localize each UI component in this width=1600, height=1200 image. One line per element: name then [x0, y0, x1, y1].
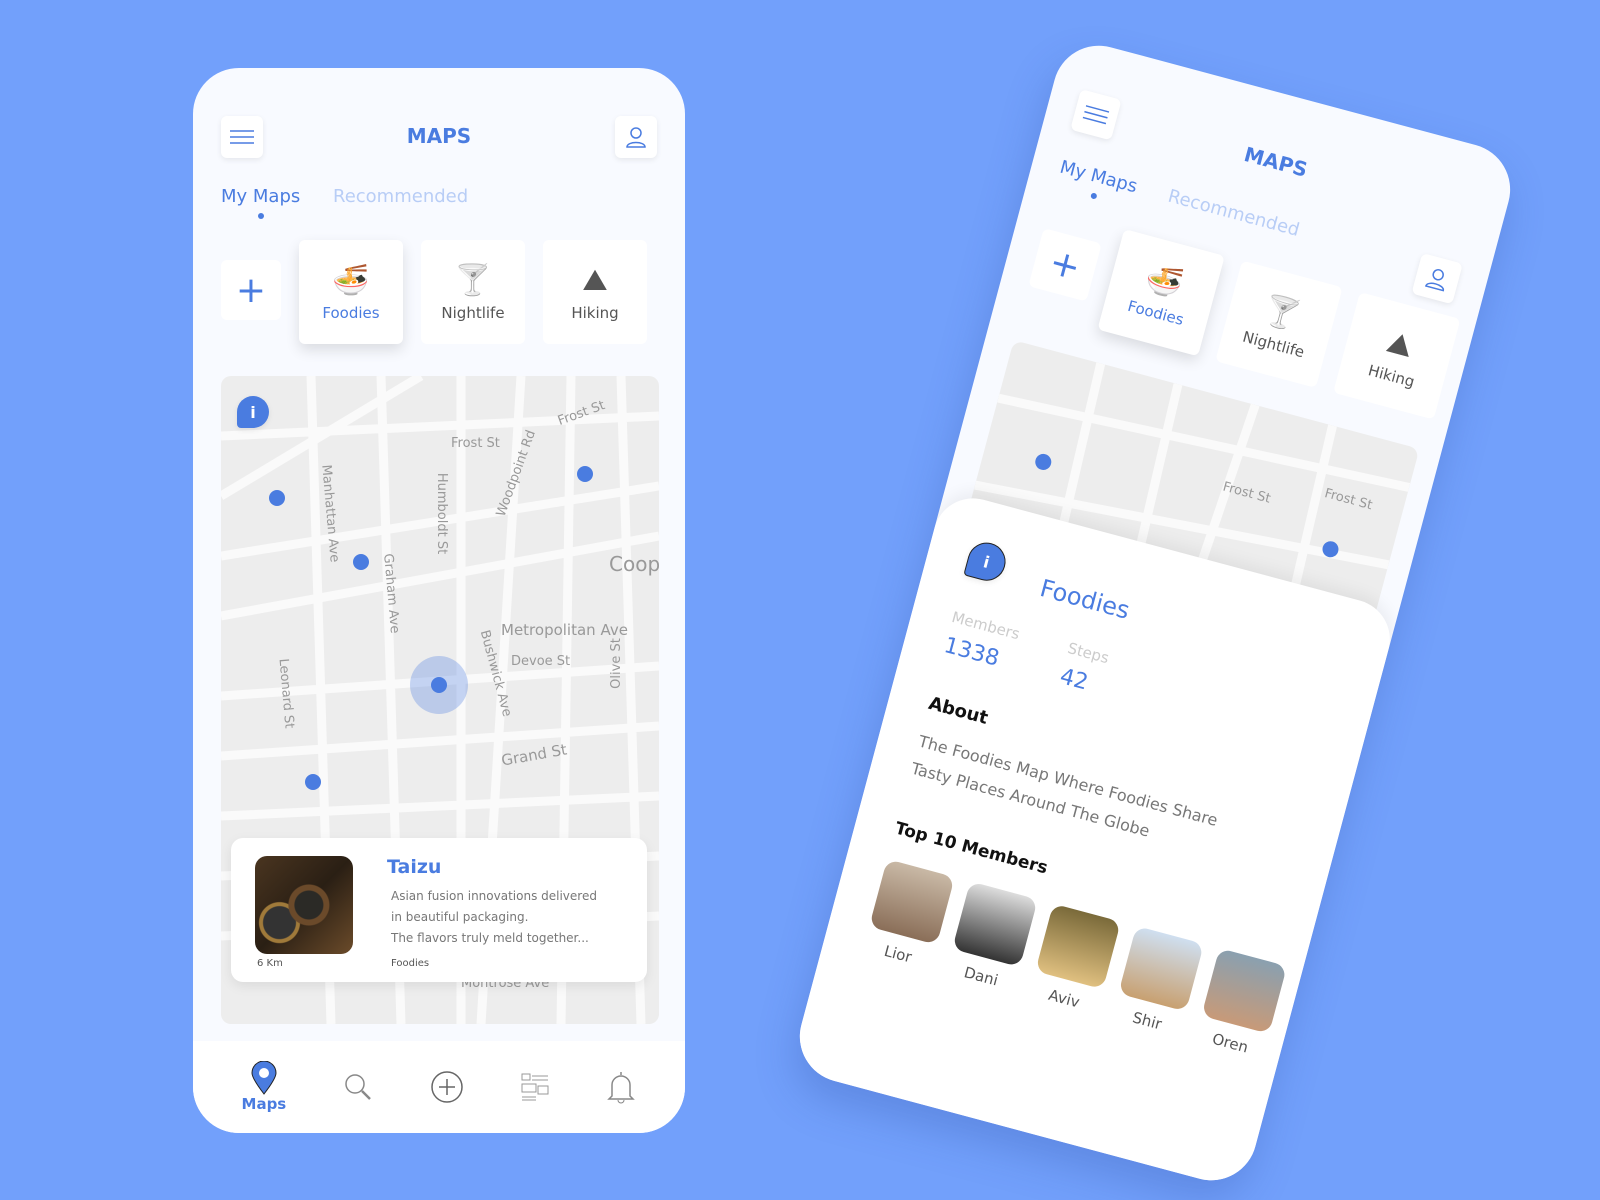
- search-icon: [345, 1074, 372, 1100]
- tab-recommended[interactable]: Recommended: [1166, 186, 1302, 241]
- place-description: The flavors truly meld together...: [391, 931, 589, 945]
- member-item[interactable]: Dani: [945, 881, 1038, 994]
- page-title: MAPS: [406, 124, 472, 148]
- info-badge: i: [963, 538, 1010, 585]
- place-description: Asian fusion innovations delivered: [391, 889, 597, 903]
- avatar: [1201, 948, 1288, 1034]
- map-marker[interactable]: [577, 466, 593, 482]
- category-foodies[interactable]: 🍜 Foodies: [1097, 228, 1225, 357]
- place-distance: 6 Km: [257, 958, 283, 969]
- page-title: MAPS: [1241, 141, 1311, 182]
- member-item[interactable]: Shir: [1111, 925, 1205, 1039]
- nav-maps[interactable]: Maps: [242, 1061, 286, 1113]
- nav-search[interactable]: [343, 1072, 373, 1102]
- place-card[interactable]: 6 Km Taizu Asian fusion innovations deli…: [231, 838, 647, 982]
- bottom-nav: Maps: [193, 1041, 685, 1133]
- tab-my-maps[interactable]: My Maps: [1058, 157, 1140, 198]
- avatar: [869, 859, 955, 945]
- info-button[interactable]: i: [237, 396, 269, 428]
- tab-recommended[interactable]: Recommended: [333, 186, 468, 207]
- place-description: in beautiful packaging.: [391, 910, 529, 924]
- map-detail-sheet: i Foodies Members 1338 Steps 42 About Th…: [789, 489, 1399, 1191]
- category-foodies[interactable]: 🍜 Foodies: [299, 240, 403, 344]
- avatar: [1118, 925, 1205, 1012]
- bowl-icon: 🍜: [332, 262, 370, 298]
- profile-button[interactable]: [1411, 252, 1463, 305]
- cocktail-icon: 🍸: [454, 262, 492, 298]
- tab-my-maps[interactable]: My Maps: [221, 186, 300, 219]
- steps-label: Steps: [1065, 638, 1111, 668]
- phone-map-screen: MAPS My Maps Recommended + 🍜 Foodies 🍸 Nig…: [193, 68, 685, 1133]
- current-location-marker: [431, 677, 447, 693]
- profile-button[interactable]: [615, 116, 657, 158]
- bell-icon: [607, 1072, 636, 1104]
- add-category-button[interactable]: +: [1028, 228, 1102, 302]
- map-marker[interactable]: [305, 774, 321, 790]
- member-item[interactable]: Oren: [1194, 948, 1288, 1061]
- category-hiking[interactable]: ⛰ Hiking: [543, 240, 647, 344]
- info-icon: i: [250, 402, 256, 422]
- avatar: [1035, 903, 1121, 990]
- category-nightlife[interactable]: 🍸 Nightlife: [421, 240, 525, 344]
- place-photo: [255, 856, 353, 954]
- about-heading: About: [926, 692, 991, 729]
- mountain-icon: ⛰: [582, 262, 608, 298]
- add-category-button[interactable]: +: [221, 260, 281, 320]
- nav-layout[interactable]: [521, 1073, 549, 1101]
- member-item[interactable]: Aviv: [1028, 903, 1121, 1017]
- detail-title: Foodies: [1037, 574, 1133, 625]
- user-icon: [626, 127, 646, 148]
- cocktail-icon: 🍸: [1259, 290, 1305, 335]
- map-pin-icon: [251, 1061, 277, 1095]
- plus-circle-icon: [431, 1071, 464, 1103]
- category-nightlife[interactable]: 🍸 Nightlife: [1215, 260, 1343, 388]
- nav-notifications[interactable]: [606, 1070, 636, 1104]
- bowl-icon: 🍜: [1141, 259, 1187, 303]
- user-icon: [1424, 269, 1445, 292]
- nav-add[interactable]: [430, 1070, 464, 1104]
- map-marker[interactable]: [353, 554, 369, 570]
- mountain-icon: ⛰: [1383, 324, 1417, 365]
- info-icon: i: [981, 551, 992, 572]
- members-count: 1338: [941, 633, 1002, 672]
- layout-icon: [521, 1073, 549, 1101]
- category-hiking[interactable]: ⛰ Hiking: [1333, 292, 1461, 420]
- place-category: Foodies: [391, 958, 430, 969]
- member-item[interactable]: Lior: [862, 859, 955, 972]
- phone-detail-screen: MAPS My Maps Recommended + 🍜 Foodies 🍸 Nig…: [789, 35, 1521, 1191]
- avatar: [952, 881, 1038, 968]
- map-marker[interactable]: [269, 490, 285, 506]
- members-list: Lior Dani Aviv Shir Oren: [862, 859, 1288, 1061]
- place-name: Taizu: [387, 856, 442, 878]
- steps-count: 42: [1057, 664, 1091, 696]
